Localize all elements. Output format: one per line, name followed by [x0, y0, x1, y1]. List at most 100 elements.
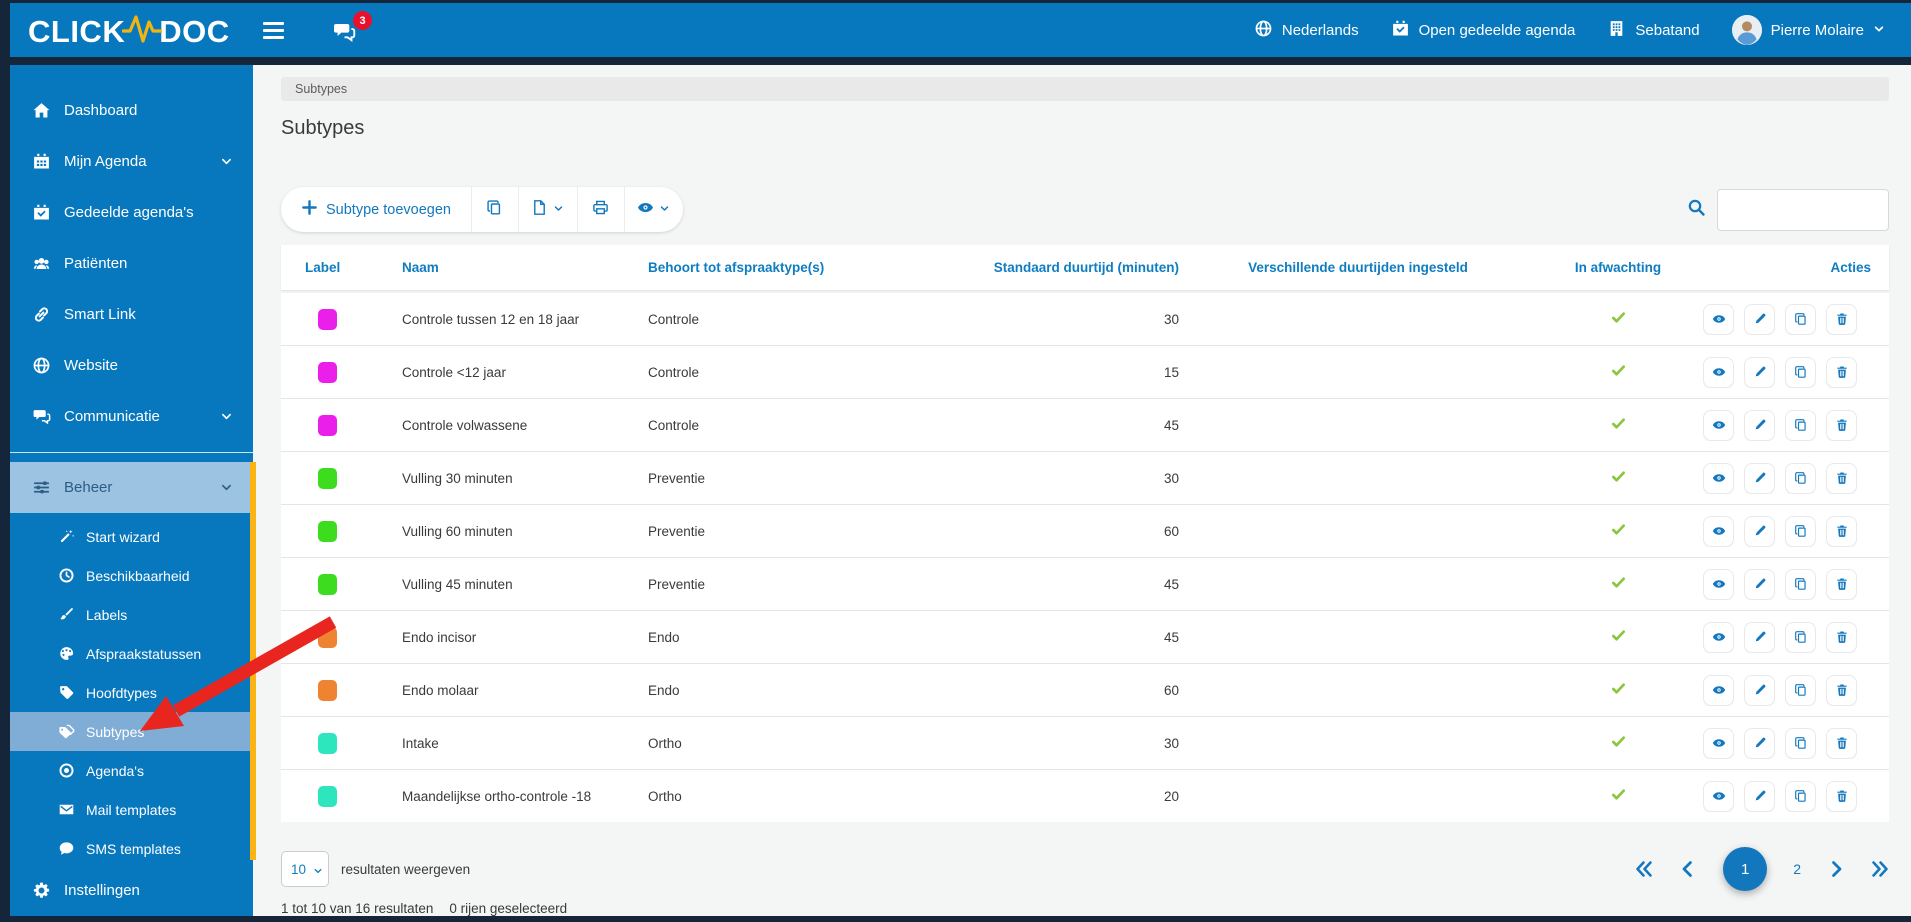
duplicate-row-button[interactable] [1785, 621, 1816, 653]
sidebar-item-smart-link[interactable]: Smart Link [10, 289, 253, 340]
edit-row-button[interactable] [1744, 356, 1775, 388]
add-subtype-button[interactable]: Subtype toevoegen [281, 187, 471, 232]
table-row[interactable]: Controle <12 jaar Controle 15 [281, 345, 1889, 398]
calendar-icon [33, 153, 49, 169]
delete-row-button[interactable] [1826, 356, 1857, 388]
user-menu[interactable]: Pierre Molaire [1731, 15, 1885, 45]
duplicate-row-button[interactable] [1785, 409, 1816, 441]
sidebar-item-website[interactable]: Website [10, 340, 253, 391]
column-header-naam[interactable]: Naam [378, 260, 624, 275]
delete-row-button[interactable] [1826, 568, 1857, 600]
view-row-button[interactable] [1703, 621, 1734, 653]
search-icon [1687, 198, 1706, 222]
duplicate-row-button[interactable] [1785, 515, 1816, 547]
speech-icon [59, 842, 73, 855]
column-header-verschillende-duurtijden[interactable]: Verschillende duurtijden ingesteld [1183, 260, 1533, 275]
table-row[interactable]: Vulling 60 minuten Preventie 60 [281, 504, 1889, 557]
chat-messages-button[interactable]: 3 [332, 11, 372, 45]
edit-row-button[interactable] [1744, 727, 1775, 759]
delete-row-button[interactable] [1826, 727, 1857, 759]
sidebar-item-mijn-agenda[interactable]: Mijn Agenda [10, 136, 253, 187]
column-header-afspraaktype[interactable]: Behoort tot afspraaktype(s) [624, 260, 941, 275]
table-row[interactable]: Controle tussen 12 en 18 jaar Controle 3… [281, 293, 1889, 345]
sidebar-item-beheer[interactable]: Beheer [10, 462, 253, 513]
sidebar-item-dashboard[interactable]: Dashboard [10, 85, 253, 136]
table-row[interactable]: Vulling 30 minuten Preventie 30 [281, 451, 1889, 504]
search-input[interactable] [1717, 188, 1889, 231]
view-row-button[interactable] [1703, 356, 1734, 388]
duplicate-row-button[interactable] [1785, 462, 1816, 494]
view-row-button[interactable] [1703, 409, 1734, 441]
pagination-last-button[interactable] [1871, 860, 1889, 878]
edit-row-button[interactable] [1744, 409, 1775, 441]
sidebar-item-communicatie[interactable]: Communicatie [10, 391, 253, 442]
duplicate-row-button[interactable] [1785, 727, 1816, 759]
pagination-prev-button[interactable] [1679, 860, 1697, 878]
export-document-button[interactable] [517, 187, 577, 232]
duplicate-row-button[interactable] [1785, 303, 1816, 335]
sidebar-subitem-sms-templates[interactable]: SMS templates [10, 829, 253, 868]
edit-row-button[interactable] [1744, 462, 1775, 494]
sidebar-subitem-afspraakstatussen[interactable]: Afspraakstatussen [10, 634, 253, 673]
pagination-next-button[interactable] [1827, 860, 1845, 878]
delete-row-button[interactable] [1826, 462, 1857, 494]
edit-row-button[interactable] [1744, 621, 1775, 653]
language-selector[interactable]: Nederlands [1254, 19, 1359, 42]
delete-row-button[interactable] [1826, 780, 1857, 812]
delete-row-button[interactable] [1826, 409, 1857, 441]
duplicate-row-button[interactable] [1785, 780, 1816, 812]
print-button[interactable] [576, 187, 624, 232]
edit-row-button[interactable] [1744, 568, 1775, 600]
table-row[interactable]: Endo incisor Endo 45 [281, 610, 1889, 663]
delete-row-button[interactable] [1826, 515, 1857, 547]
edit-row-button[interactable] [1744, 780, 1775, 812]
pagination-first-button[interactable] [1635, 860, 1653, 878]
column-header-label[interactable]: Label [281, 260, 378, 275]
sidebar-subitem-start-wizard[interactable]: Start wizard [10, 517, 253, 556]
view-row-button[interactable] [1703, 568, 1734, 600]
edit-row-button[interactable] [1744, 674, 1775, 706]
table-row[interactable]: Maandelijkse ortho-controle -18 Ortho 20 [281, 769, 1889, 822]
table-row[interactable]: Endo molaar Endo 60 [281, 663, 1889, 716]
sidebar-subitem-agenda-s[interactable]: Agenda's [10, 751, 253, 790]
delete-row-button[interactable] [1826, 674, 1857, 706]
sidebar-subitem-labels[interactable]: Labels [10, 595, 253, 634]
delete-row-button[interactable] [1826, 621, 1857, 653]
view-row-button[interactable] [1703, 727, 1734, 759]
edit-row-button[interactable] [1744, 515, 1775, 547]
table-row[interactable]: Vulling 45 minuten Preventie 45 [281, 557, 1889, 610]
hamburger-menu-icon[interactable] [263, 18, 287, 42]
column-visibility-button[interactable] [623, 187, 683, 232]
subtype-name-cell: Endo molaar [402, 682, 479, 698]
edit-row-button[interactable] [1744, 303, 1775, 335]
column-header-duurtijd[interactable]: Standaard duurtijd (minuten) [941, 260, 1183, 275]
table-row[interactable]: Controle volwassene Controle 45 [281, 398, 1889, 451]
duplicate-row-button[interactable] [1785, 356, 1816, 388]
pagination-page-2[interactable]: 2 [1793, 861, 1801, 877]
view-row-button[interactable] [1703, 303, 1734, 335]
page-size-select[interactable]: 10 [281, 851, 329, 887]
sidebar-item-gedeelde-agenda-s[interactable]: Gedeelde agenda's [10, 187, 253, 238]
sidebar-item-pati-nten[interactable]: Patiënten [10, 238, 253, 289]
delete-row-button[interactable] [1826, 303, 1857, 335]
practice-selector[interactable]: Sebatand [1607, 19, 1700, 42]
view-row-button[interactable] [1703, 462, 1734, 494]
appointment-type-cell: Preventie [648, 576, 706, 592]
check-icon [1611, 787, 1626, 802]
view-row-button[interactable] [1703, 515, 1734, 547]
copy-table-button[interactable] [470, 187, 518, 232]
column-header-in-afwachting[interactable]: In afwachting [1533, 260, 1703, 275]
duplicate-row-button[interactable] [1785, 674, 1816, 706]
sidebar-subitem-beschikbaarheid[interactable]: Beschikbaarheid [10, 556, 253, 595]
open-shared-agenda-button[interactable]: Open gedeelde agenda [1391, 19, 1575, 42]
sidebar-subitem-mail-templates[interactable]: Mail templates [10, 790, 253, 829]
view-row-button[interactable] [1703, 674, 1734, 706]
sidebar-item-instellingen[interactable]: Instellingen [10, 868, 253, 912]
sidebar-subitem-hoofdtypes[interactable]: Hoofdtypes [10, 673, 253, 712]
pagination-page-1[interactable]: 1 [1723, 847, 1768, 891]
table-row[interactable]: Intake Ortho 30 [281, 716, 1889, 769]
duplicate-row-button[interactable] [1785, 568, 1816, 600]
sidebar-subitem-subtypes[interactable]: Subtypes [10, 712, 253, 751]
view-row-button[interactable] [1703, 780, 1734, 812]
clickdoc-logo[interactable]: CLICK DOC [28, 10, 230, 50]
